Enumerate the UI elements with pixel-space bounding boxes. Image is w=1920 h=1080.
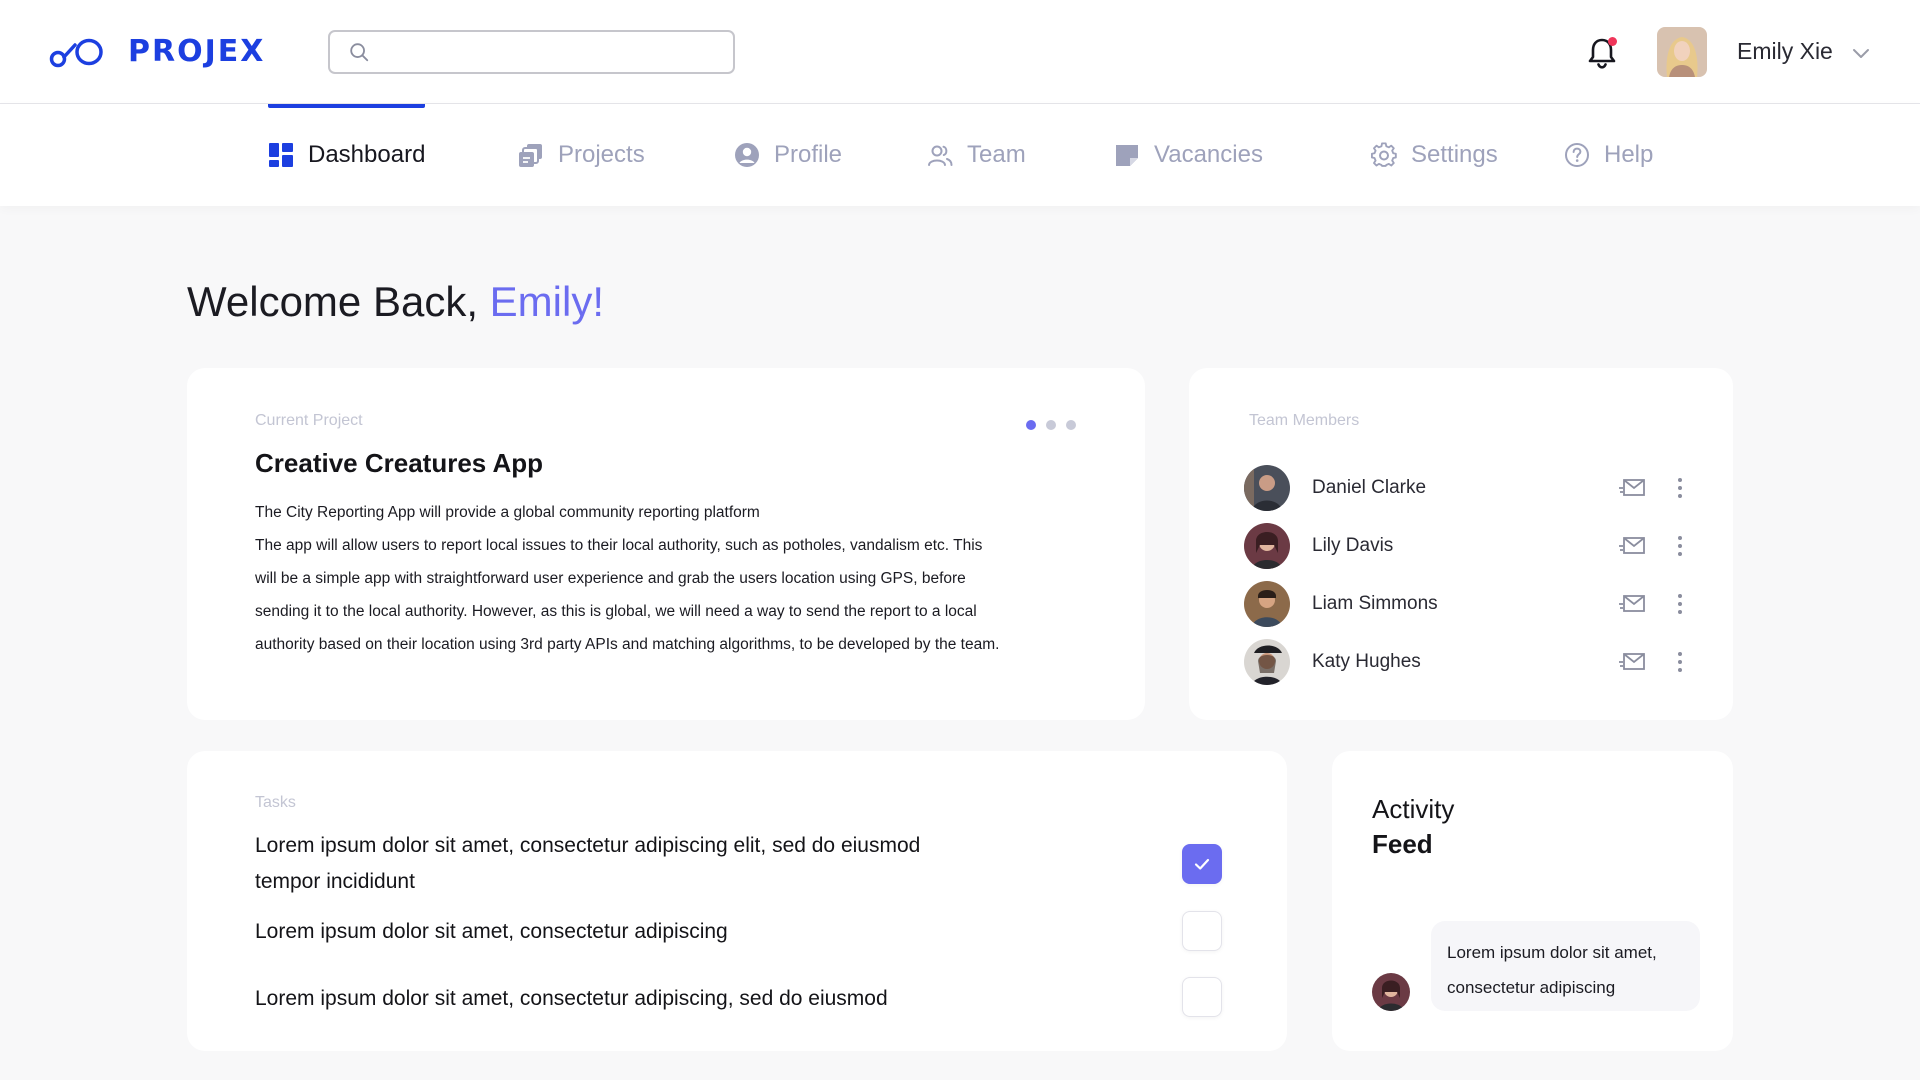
tab-projects[interactable]: Projects [518,104,645,206]
team-member-row[interactable]: Daniel Clarke [1244,464,1684,512]
member-name: Katy Hughes [1312,651,1421,672]
search-icon [350,43,369,62]
check-icon [1194,858,1210,870]
tab-label: Profile [774,141,843,168]
project-title: Creative Creatures App [255,448,544,478]
team-members-card: Team Members Daniel Clarke Lily Davis Li… [1189,368,1733,720]
tab-team[interactable]: Team [927,104,1026,206]
task-checkbox[interactable] [1182,911,1222,951]
tab-profile[interactable]: Profile [734,104,842,206]
mail-icon[interactable] [1618,534,1646,558]
tab-label: Help [1604,141,1654,168]
member-avatar[interactable] [1244,581,1290,627]
top-bar: PROJEX Emily Xie [0,0,1920,104]
tasks-card: Tasks Lorem ipsum dolor sit amet, consec… [187,751,1287,1051]
project-description: The City Reporting App will provide a gl… [255,496,1085,661]
mail-icon[interactable] [1618,650,1646,674]
description-line: will be a simple app with straightforwar… [255,570,966,587]
team-member-row[interactable]: Liam Simmons [1244,580,1684,628]
gear-icon [1371,142,1397,167]
task-text: Lorem ipsum dolor sit amet, consectetur … [255,920,728,943]
carousel-dot[interactable] [1026,420,1036,430]
welcome-user-name: Emily! [489,278,605,325]
card-label: Team Members [1249,412,1360,429]
projects-icon [519,144,542,167]
carousel-dot[interactable] [1046,420,1056,430]
carousel-dot[interactable] [1066,420,1076,430]
description-line: authority based on their location using … [255,636,1000,653]
brand-name: PROJEX [128,34,266,69]
member-avatar[interactable] [1244,465,1290,511]
main-nav: Dashboard Projects Profile Team Vacancie… [0,104,1920,206]
logo-icon [49,38,103,67]
activity-message: Lorem ipsum dolor sit amet, consectetur … [1431,921,1700,1011]
carousel-dots [1026,420,1076,430]
activity-feed-card: Activity Feed Lorem ipsum dolor sit amet… [1332,751,1733,1051]
team-member-row[interactable]: Lily Davis [1244,522,1684,570]
help-icon [1565,143,1589,167]
task-checkbox[interactable] [1182,844,1222,884]
member-avatar[interactable] [1244,523,1290,569]
brand-logo[interactable]: PROJEX [48,34,265,69]
mail-icon[interactable] [1618,476,1646,500]
avatar-image [1657,27,1707,77]
more-options-icon[interactable] [1676,534,1684,558]
member-name: Lily Davis [1312,535,1394,556]
welcome-greeting: Welcome Back, [187,278,478,325]
tab-vacancies[interactable]: Vacancies [1114,104,1263,206]
member-avatar[interactable] [1244,639,1290,685]
mail-icon[interactable] [1618,592,1646,616]
task-text: Lorem ipsum dolor sit amet, consectetur … [255,987,888,1010]
tab-label: Dashboard [308,141,426,168]
team-member-row[interactable]: Katy Hughes [1244,638,1684,686]
vacancies-icon [1116,145,1138,166]
member-name: Daniel Clarke [1312,477,1427,498]
tab-label: Settings [1411,141,1498,168]
description-line: sending it to the local authority. Howev… [255,603,977,620]
welcome-heading: Welcome Back, Emily! [187,278,604,326]
description-line: The app will allow users to report local… [255,537,983,554]
member-name: Liam Simmons [1312,593,1438,614]
description-line: The City Reporting App will provide a gl… [255,504,760,521]
tab-label: Team [967,141,1026,168]
team-icon [928,145,953,166]
tab-label: Projects [558,141,645,168]
current-project-card: Current Project Creative Creatures App T… [187,368,1145,720]
user-name[interactable]: Emily Xie [1737,38,1833,65]
activity-title: Activity [1372,794,1455,824]
activity-avatar[interactable] [1372,973,1410,1011]
more-options-icon[interactable] [1676,592,1684,616]
more-options-icon[interactable] [1676,476,1684,500]
notification-dot [1608,37,1617,46]
card-label: Current Project [255,412,363,429]
profile-icon [735,143,759,167]
activity-subtitle: Feed [1372,829,1433,859]
task-text: Lorem ipsum dolor sit amet, consectetur … [255,834,921,893]
tab-settings[interactable]: Settings [1371,104,1498,206]
task-checkbox[interactable] [1182,977,1222,1017]
tab-dashboard[interactable]: Dashboard [268,104,426,206]
tab-help[interactable]: Help [1564,104,1653,206]
more-options-icon[interactable] [1676,650,1684,674]
notifications-button[interactable] [1586,36,1618,70]
search-input[interactable] [380,41,733,63]
dashboard-icon [269,143,293,167]
tab-label: Vacancies [1154,141,1263,168]
card-label: Tasks [255,794,296,811]
user-avatar[interactable] [1657,27,1707,77]
search-box[interactable] [328,30,735,74]
chevron-down-icon[interactable] [1850,42,1872,64]
